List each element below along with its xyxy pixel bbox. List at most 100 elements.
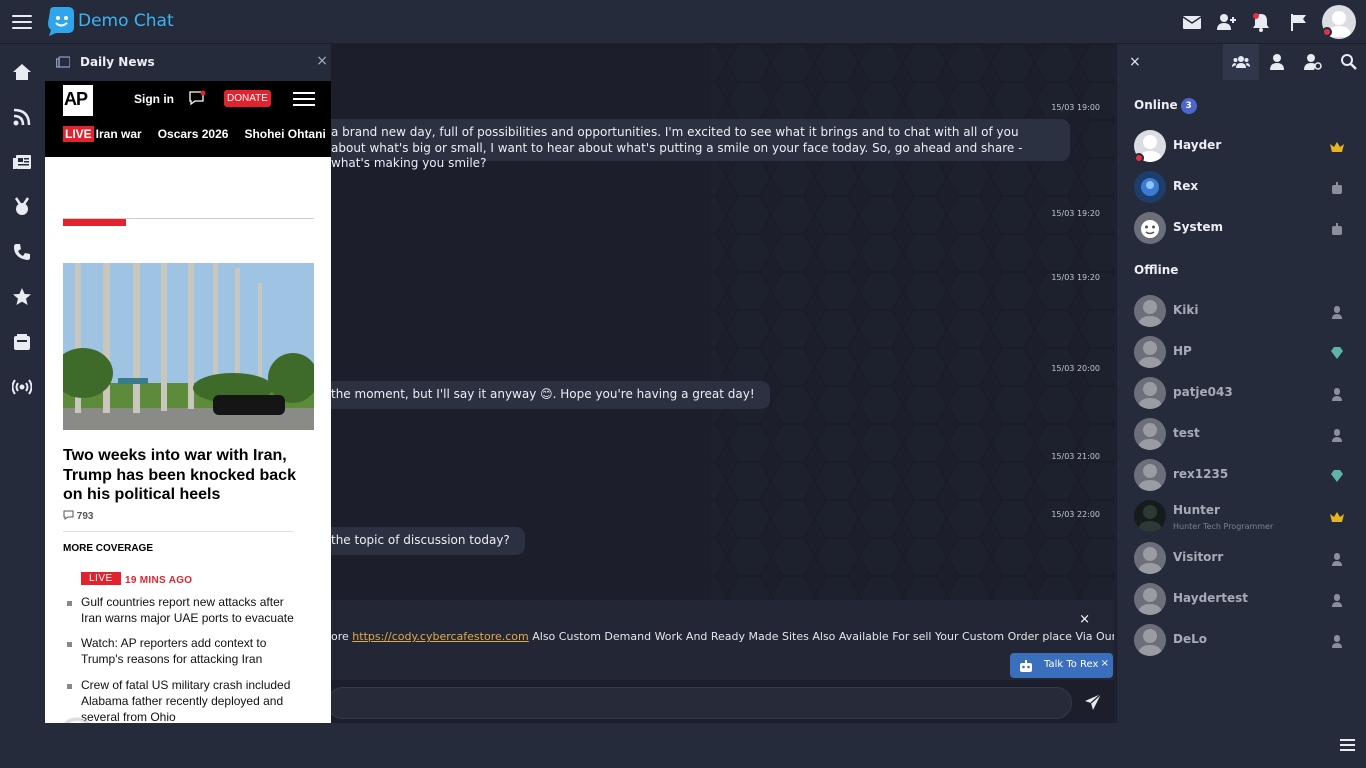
newspaper-icon[interactable]	[12, 152, 32, 172]
user-row-delo[interactable]: DeLo	[1117, 620, 1366, 661]
message-time: 15/03 19:20	[1051, 209, 1100, 218]
user-name: Kiki	[1173, 303, 1199, 317]
user-name: patje043	[1173, 385, 1233, 399]
ad-close-button[interactable]: ×	[1079, 612, 1090, 627]
user-row-visitorr[interactable]: Visitorr	[1117, 538, 1366, 579]
user-name: test	[1173, 426, 1200, 440]
sign-in-link[interactable]: Sign in	[134, 92, 174, 106]
avatar	[1134, 418, 1166, 450]
user-row-test[interactable]: test	[1117, 414, 1366, 455]
user-row-hunter[interactable]: Hunter Hunter Tech Programmer	[1117, 496, 1366, 537]
user-name: System	[1173, 220, 1223, 234]
user-row-rex1235[interactable]: rex1235	[1117, 455, 1366, 496]
send-icon[interactable]	[1084, 693, 1102, 711]
medal-icon[interactable]	[12, 197, 32, 217]
user-row-rex[interactable]: Rex	[1117, 167, 1366, 208]
news-panel-header: Daily News ×	[45, 44, 331, 81]
bell-icon[interactable]	[1250, 11, 1272, 33]
story-link[interactable]: Watch: AP reporters add context to Trump…	[81, 635, 301, 667]
user-row-hayder[interactable]: Hayder	[1117, 126, 1366, 167]
flag-icon[interactable]	[1288, 11, 1310, 33]
phone-icon[interactable]	[12, 242, 32, 262]
robot-icon	[1020, 660, 1032, 672]
ap-header: AP Sign in DONATE LIVE Iran war Oscars 202…	[45, 81, 331, 157]
nav-link-oscars[interactable]: Oscars 2026	[158, 127, 229, 141]
user-name: DeLo	[1173, 632, 1207, 646]
online-section-label: Online 3	[1134, 98, 1197, 114]
user-name: Hayder	[1173, 138, 1222, 152]
nav-link-ohtani[interactable]: Shohei Ohtani	[244, 127, 325, 141]
avatar	[1134, 624, 1166, 656]
add-friend-icon[interactable]	[1216, 11, 1238, 33]
message-time: 15/03 20:00	[1051, 364, 1100, 373]
ad-prefix: ore	[331, 630, 353, 643]
user-row-system[interactable]: System	[1117, 208, 1366, 249]
bottom-menu-icon[interactable]	[1340, 739, 1355, 753]
ap-logo[interactable]: AP	[63, 85, 93, 116]
avatar	[1134, 336, 1166, 368]
home-icon[interactable]	[12, 62, 32, 82]
comment-icon[interactable]	[188, 90, 206, 106]
avatar	[1134, 583, 1166, 615]
live-tag: LIVE	[63, 126, 94, 142]
user-icon	[1332, 429, 1342, 442]
talk-to-rex-button[interactable]: Talk To Rex ×	[1010, 653, 1113, 678]
ap-menu-icon[interactable]	[293, 92, 315, 107]
broadcast-icon[interactable]	[11, 377, 33, 397]
story-link[interactable]: Gulf countries report new attacks after …	[81, 594, 301, 626]
live-time-ago: 19 MINS AGO	[125, 575, 193, 586]
search-icon[interactable]	[1331, 44, 1366, 80]
mail-icon[interactable]	[1181, 11, 1203, 33]
user-icon	[1332, 635, 1342, 648]
nav-link-iran-war[interactable]: Iran war	[96, 127, 142, 141]
news-panel: Daily News × AP Sign in DONATE LIVE Iran …	[45, 44, 331, 768]
diamond-icon	[1331, 470, 1343, 482]
divider	[63, 531, 293, 532]
user-row-kiki[interactable]: Kiki	[1117, 291, 1366, 332]
message-input[interactable]	[331, 687, 1072, 719]
avatar	[1134, 295, 1166, 327]
close-panel-button[interactable]: ×	[1129, 54, 1141, 70]
ap-nav-links: LIVE Iran war Oscars 2026 Shohei Ohtani	[63, 126, 331, 142]
ad-link[interactable]: https://cody.cybercafestore.com	[352, 630, 528, 643]
ad-suffix: Also Custom Demand Work And Ready Made S…	[528, 630, 1114, 643]
message-time: 15/03 22:00	[1051, 510, 1100, 519]
news-headline[interactable]: Two weeks into war with Iran, Trump has …	[63, 446, 313, 505]
avatar	[1134, 500, 1166, 532]
user-name: rex1235	[1173, 467, 1229, 481]
brand-name: Demo Chat	[78, 11, 174, 31]
news-close-button[interactable]: ×	[316, 53, 328, 69]
user-name: Rex	[1173, 179, 1199, 193]
inbox-icon[interactable]	[12, 332, 32, 352]
ad-banner: × ore https://cody.cybercafestore.com Al…	[331, 600, 1114, 680]
online-count-badge: 3	[1180, 98, 1197, 114]
headline-comments[interactable]: 793	[63, 510, 93, 522]
diamond-icon	[1331, 347, 1343, 359]
bullet	[67, 601, 72, 606]
news-image[interactable]	[63, 263, 314, 430]
talk-close-button[interactable]: ×	[1101, 658, 1109, 669]
menu-icon[interactable]	[12, 12, 32, 32]
avatar	[1134, 459, 1166, 491]
star-icon[interactable]	[12, 287, 32, 307]
message-time: 15/03 19:20	[1051, 273, 1100, 282]
live-badge: LIVE	[81, 572, 121, 585]
avatar	[1134, 377, 1166, 409]
user-row-hp[interactable]: HP	[1117, 332, 1366, 373]
donate-button[interactable]: DONATE	[224, 90, 271, 107]
user-tab-icon[interactable]	[1259, 44, 1295, 80]
story-link[interactable]: Crew of fatal US military crash included…	[81, 677, 301, 725]
user-row-haydertest[interactable]: Haydertest	[1117, 579, 1366, 620]
users-panel: × Online 3 Hayder Rex System Offline Kiki…	[1116, 44, 1366, 723]
user-icon	[1332, 594, 1342, 607]
rss-icon[interactable]	[12, 107, 32, 127]
message-bubble: the topic of discussion today?	[331, 527, 525, 555]
comment-icon	[63, 510, 74, 520]
accent-bar	[63, 219, 126, 226]
chat-area: 15/03 19:00 a brand new day, full of pos…	[331, 44, 1114, 724]
staff-tab-icon[interactable]	[1295, 44, 1331, 80]
user-name: Hunter	[1173, 503, 1220, 517]
user-row-patje043[interactable]: patje043	[1117, 373, 1366, 414]
friends-tab-icon[interactable]	[1223, 44, 1259, 80]
message-bubble: the moment, but I'll say it anyway 😊. Ho…	[331, 381, 770, 409]
